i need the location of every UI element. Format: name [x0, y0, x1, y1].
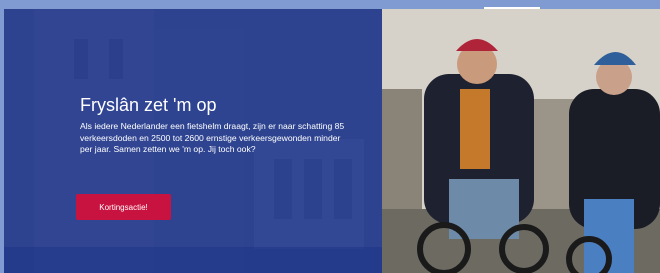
kortingsactie-button[interactable]: Kortingsactie!: [76, 194, 171, 220]
hero-title: Fryslân zet 'm op: [80, 95, 217, 115]
overlay-bottom-strip: [4, 247, 382, 273]
hero-body: Als iedere Nederlander een fietshelm dra…: [80, 121, 345, 154]
hero-content: Fryslân zet 'm op Als iedere Nederlander…: [80, 94, 350, 156]
hero-banner: Fryslân zet 'm op Als iedere Nederlander…: [4, 9, 660, 273]
